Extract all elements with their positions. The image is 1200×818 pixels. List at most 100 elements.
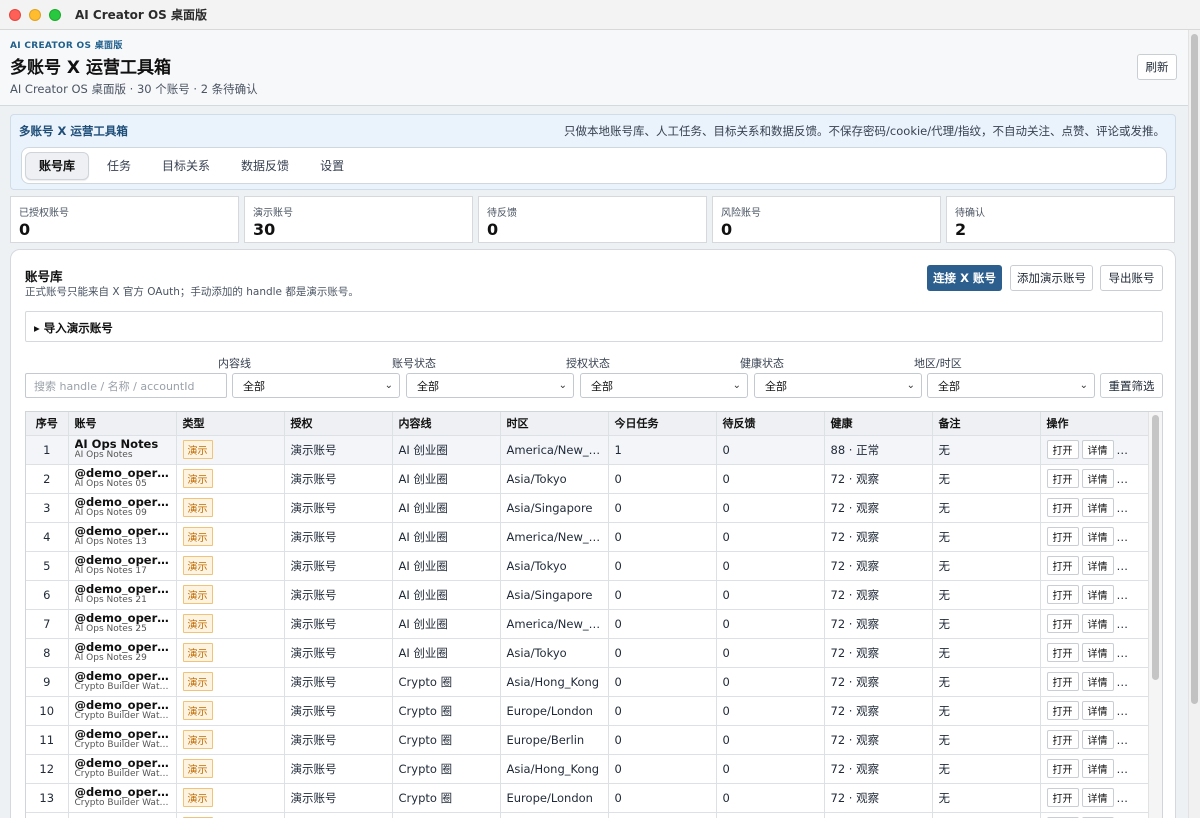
details-button[interactable]: 详情 xyxy=(1081,672,1114,691)
tab-settings[interactable]: 设置 xyxy=(307,152,357,180)
today-tasks-cell: 0 xyxy=(608,754,717,784)
refresh-button[interactable]: 刷新 xyxy=(1137,54,1177,80)
tab-targets[interactable]: 目标关系 xyxy=(149,152,223,180)
minimize-window-button[interactable] xyxy=(29,8,41,21)
auth-cell: 演示账号 xyxy=(284,580,393,610)
auth-cell: 演示账号 xyxy=(284,667,393,697)
chevron-down-icon: ⌄ xyxy=(732,380,741,391)
today-tasks-cell xyxy=(608,812,717,818)
connect-x-account-button[interactable]: 连接 X 账号 xyxy=(927,265,1002,291)
content-line-select[interactable]: 全部 ⌄ xyxy=(232,373,400,398)
add-demo-account-button[interactable]: 添加演示账号 xyxy=(1010,265,1093,291)
details-button[interactable]: 详情 xyxy=(1081,527,1114,546)
table-row[interactable]: 13@demo_operat...Crypto Builder Watc...演… xyxy=(26,783,1151,813)
open-button[interactable]: 打开 xyxy=(1046,759,1079,778)
table-row[interactable]: 14@demo_operat...演示演示账号 打开详情任务 xyxy=(26,812,1151,818)
page-title: 多账号 X 运营工具箱 xyxy=(10,58,171,78)
reset-filters-button[interactable]: 重置筛选 xyxy=(1100,373,1163,398)
details-button[interactable]: 详情 xyxy=(1081,759,1114,778)
open-button[interactable]: 打开 xyxy=(1046,556,1079,575)
details-button[interactable]: 详情 xyxy=(1081,643,1114,662)
pending-feedback-cell: 0 xyxy=(716,551,825,581)
table-row[interactable]: 4@demo_operat...AI Ops Notes 13演示演示账号AI … xyxy=(26,522,1151,552)
timezone-cell: Asia/Tokyo xyxy=(500,638,609,668)
stat-value: 30 xyxy=(253,220,276,239)
today-tasks-cell: 0 xyxy=(608,464,717,494)
content-line-cell: Crypto 圈 xyxy=(392,667,501,697)
health-status-select[interactable]: 全部 ⌄ xyxy=(754,373,922,398)
health-cell: 72 · 观察 xyxy=(824,667,933,697)
open-button[interactable]: 打开 xyxy=(1046,469,1079,488)
details-button[interactable]: 详情 xyxy=(1081,701,1114,720)
app-eyebrow: AI CREATOR OS 桌面版 xyxy=(10,41,123,51)
open-button[interactable]: 打开 xyxy=(1046,788,1079,807)
table-row[interactable]: 2@demo_operat...AI Ops Notes 05演示演示账号AI … xyxy=(26,464,1151,494)
open-button[interactable]: 打开 xyxy=(1046,440,1079,459)
timezone-cell: America/New_York xyxy=(500,435,609,465)
account-name: Crypto Builder Watc... xyxy=(74,798,170,808)
tab-accounts[interactable]: 账号库 xyxy=(25,151,90,180)
timezone-cell: America/New_York xyxy=(500,522,609,552)
close-window-button[interactable] xyxy=(9,8,21,21)
note-cell: 无 xyxy=(932,435,1041,465)
note-cell xyxy=(932,812,1041,818)
today-tasks-cell: 0 xyxy=(608,696,717,726)
content-line-cell: AI 创业圈 xyxy=(392,580,501,610)
health-cell: 72 · 观察 xyxy=(824,754,933,784)
open-button[interactable]: 打开 xyxy=(1046,701,1079,720)
actions-cell: 打开详情任务 xyxy=(1040,754,1151,784)
tab-tasks[interactable]: 任务 xyxy=(94,152,144,180)
open-button[interactable]: 打开 xyxy=(1046,672,1079,691)
pending-feedback-cell xyxy=(716,812,825,818)
details-button[interactable]: 详情 xyxy=(1081,556,1114,575)
timezone-cell: Europe/London xyxy=(500,696,609,726)
note-cell: 无 xyxy=(932,667,1041,697)
table-row[interactable]: 8@demo_operat...AI Ops Notes 29演示演示账号AI … xyxy=(26,638,1151,668)
search-input[interactable]: 搜索 handle / 名称 / accountId xyxy=(25,373,227,398)
import-demo-accounts-toggle[interactable]: ▸ 导入演示账号 xyxy=(25,311,1163,342)
details-button[interactable]: 详情 xyxy=(1081,498,1114,517)
zoom-window-button[interactable] xyxy=(49,8,61,21)
account-name: AI Ops Notes 29 xyxy=(74,653,147,663)
select-value: 全部 xyxy=(591,379,613,393)
table-row[interactable]: 9@demo_operat...Crypto Builder Watc...演示… xyxy=(26,667,1151,697)
account-handle: @demo_operat... xyxy=(74,583,170,595)
open-button[interactable]: 打开 xyxy=(1046,614,1079,633)
details-button[interactable]: 详情 xyxy=(1081,469,1114,488)
table-row[interactable]: 10@demo_operat...Crypto Builder Watc...演… xyxy=(26,696,1151,726)
open-button[interactable]: 打开 xyxy=(1046,585,1079,604)
open-button[interactable]: 打开 xyxy=(1046,643,1079,662)
details-button[interactable]: 详情 xyxy=(1081,788,1114,807)
account-status-select[interactable]: 全部 ⌄ xyxy=(406,373,574,398)
export-accounts-button[interactable]: 导出账号 xyxy=(1100,265,1163,291)
stat-label: 演示账号 xyxy=(253,208,293,219)
tab-feedback[interactable]: 数据反馈 xyxy=(228,152,302,180)
table-row[interactable]: 5@demo_operat...AI Ops Notes 17演示演示账号AI … xyxy=(26,551,1151,581)
window-scrollbar-thumb[interactable] xyxy=(1191,34,1198,704)
details-button[interactable]: 详情 xyxy=(1081,730,1114,749)
actions-cell: 打开详情任务 xyxy=(1040,609,1151,639)
auth-cell: 演示账号 xyxy=(284,493,393,523)
toolbox-banner: 多账号 X 运营工具箱 只做本地账号库、人工任务、目标关系和数据反馈。不保存密码… xyxy=(10,114,1176,190)
auth-status-select[interactable]: 全部 ⌄ xyxy=(580,373,748,398)
region-select[interactable]: 全部 ⌄ xyxy=(927,373,1095,398)
demo-badge: 演示 xyxy=(182,527,213,546)
table-scrollbar-thumb[interactable] xyxy=(1152,415,1159,680)
details-button[interactable]: 详情 xyxy=(1081,440,1114,459)
table-row[interactable]: 3@demo_operat...AI Ops Notes 09演示演示账号AI … xyxy=(26,493,1151,523)
table-row[interactable]: 7@demo_operat...AI Ops Notes 25演示演示账号AI … xyxy=(26,609,1151,639)
table-row[interactable]: 11@demo_operat...Crypto Builder Watc...演… xyxy=(26,725,1151,755)
select-value: 全部 xyxy=(243,379,265,393)
table-row[interactable]: 6@demo_operat...AI Ops Notes 21演示演示账号AI … xyxy=(26,580,1151,610)
open-button[interactable]: 打开 xyxy=(1046,498,1079,517)
details-button[interactable]: 详情 xyxy=(1081,614,1114,633)
table-row[interactable]: 12@demo_operat...Crypto Builder Watc...演… xyxy=(26,754,1151,784)
actions-cell: 打开详情任务 xyxy=(1040,580,1151,610)
details-button[interactable]: 详情 xyxy=(1081,585,1114,604)
column-header: 今日任务 xyxy=(608,412,717,436)
open-button[interactable]: 打开 xyxy=(1046,527,1079,546)
table-row[interactable]: 1 AI Ops Notes AI Ops Notes 演示 演示账号 AI 创业圈 Ame… xyxy=(26,435,1151,465)
open-button[interactable]: 打开 xyxy=(1046,730,1079,749)
note-cell: 无 xyxy=(932,754,1041,784)
row-number: 2 xyxy=(26,464,69,494)
